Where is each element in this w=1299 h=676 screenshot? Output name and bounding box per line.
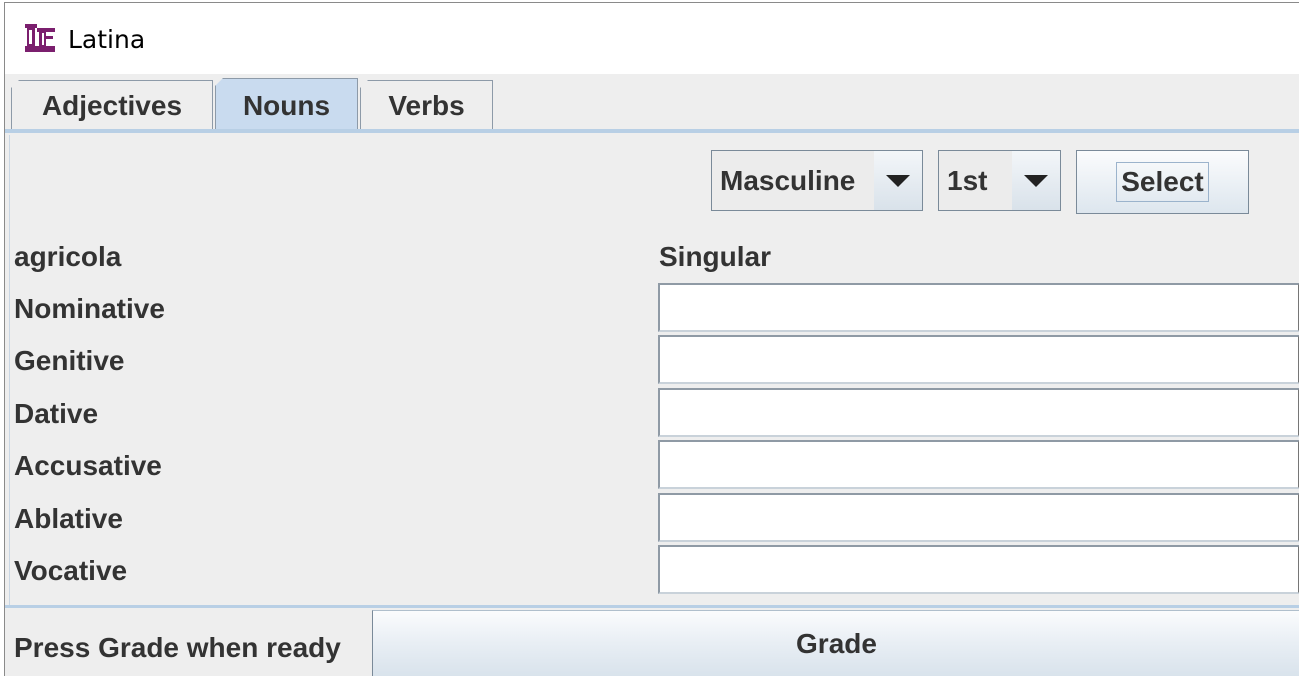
case-label-ablative: Ablative [14, 503, 123, 534]
tab-adjectives[interactable]: Adjectives [11, 80, 213, 131]
singular-header: Singular [659, 241, 772, 272]
case-label-accusative: Accusative [14, 450, 162, 481]
gender-dropdown[interactable]: Masculine [711, 150, 923, 211]
grade-button[interactable]: Grade [372, 610, 1299, 676]
title-bar: Latina [5, 3, 1299, 74]
case-label-nominative: Nominative [14, 293, 165, 324]
chevron-down-icon[interactable] [874, 151, 922, 210]
gender-dropdown-value: Masculine [712, 151, 875, 210]
dative-input[interactable] [658, 388, 1299, 437]
declension-dropdown[interactable]: 1st [938, 150, 1061, 211]
select-button-label: Select [1116, 162, 1209, 202]
case-label-genitive: Genitive [14, 345, 125, 376]
case-label-dative: Dative [14, 398, 99, 429]
chevron-down-icon[interactable] [1012, 151, 1060, 210]
ablative-input[interactable] [658, 493, 1299, 542]
tab-verbs[interactable]: Verbs [360, 80, 493, 131]
case-label-vocative: Vocative [14, 555, 128, 586]
genitive-input[interactable] [658, 335, 1299, 384]
declension-dropdown-value: 1st [939, 151, 1013, 210]
nominative-input[interactable] [658, 283, 1299, 332]
vocative-input[interactable] [658, 545, 1299, 594]
accusative-input[interactable] [658, 440, 1299, 489]
tab-strip: Adjectives Nouns Verbs [5, 74, 1299, 132]
app-window: Latina Adjectives Nouns Verbs Masculine … [4, 2, 1299, 676]
tab-nouns[interactable]: Nouns [215, 78, 358, 132]
noun-word: agricola [14, 241, 122, 272]
select-button[interactable]: Select [1076, 150, 1249, 214]
status-message: Press Grade when ready [14, 632, 341, 663]
window-title: Latina [68, 25, 146, 54]
footer-bar: Press Grade when ready Grade [5, 605, 1299, 676]
latina-app-icon [25, 24, 55, 52]
tab-underline [5, 129, 1299, 133]
